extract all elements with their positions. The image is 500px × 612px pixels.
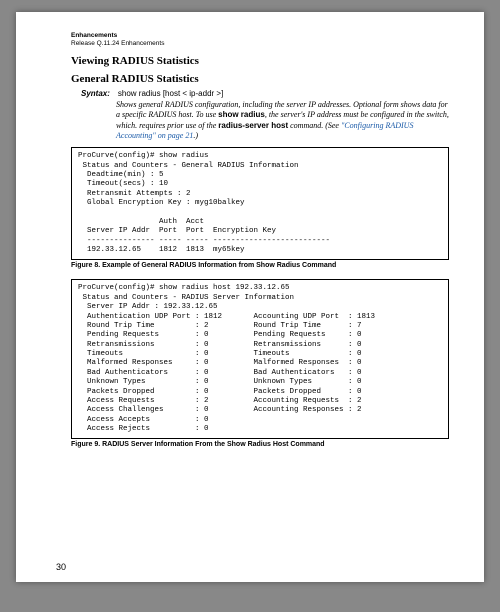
section-heading-2: General RADIUS Statistics — [71, 73, 449, 85]
header-subtitle: Release Q.11.24 Enhancements — [71, 40, 449, 47]
syntax-command: show radius [host < ip-addr >] — [118, 89, 223, 98]
page-number: 30 — [56, 562, 66, 572]
syntax-bold-1: show radius — [218, 110, 265, 119]
figure-caption-2: Figure 9. RADIUS Server Information From… — [71, 441, 449, 448]
document-page: Enhancements Release Q.11.24 Enhancement… — [16, 12, 484, 582]
syntax-bold-2: radius-server host — [218, 121, 288, 130]
code-box-2: ProCurve(config)# show radius host 192.3… — [71, 279, 449, 439]
section-heading-1: Viewing RADIUS Statistics — [71, 55, 449, 67]
syntax-desc-text3: command. (See — [288, 121, 341, 130]
syntax-description: Shows general RADIUS configuration, incl… — [116, 100, 449, 142]
figure-caption-1: Figure 8. Example of General RADIUS Info… — [71, 262, 449, 269]
syntax-label: Syntax: — [81, 89, 110, 98]
header-title: Enhancements — [71, 32, 449, 40]
code-box-1: ProCurve(config)# show radius Status and… — [71, 147, 449, 260]
syntax-block: Syntax: show radius [host < ip-addr >] — [81, 89, 449, 98]
syntax-desc-text4: .) — [193, 131, 198, 140]
